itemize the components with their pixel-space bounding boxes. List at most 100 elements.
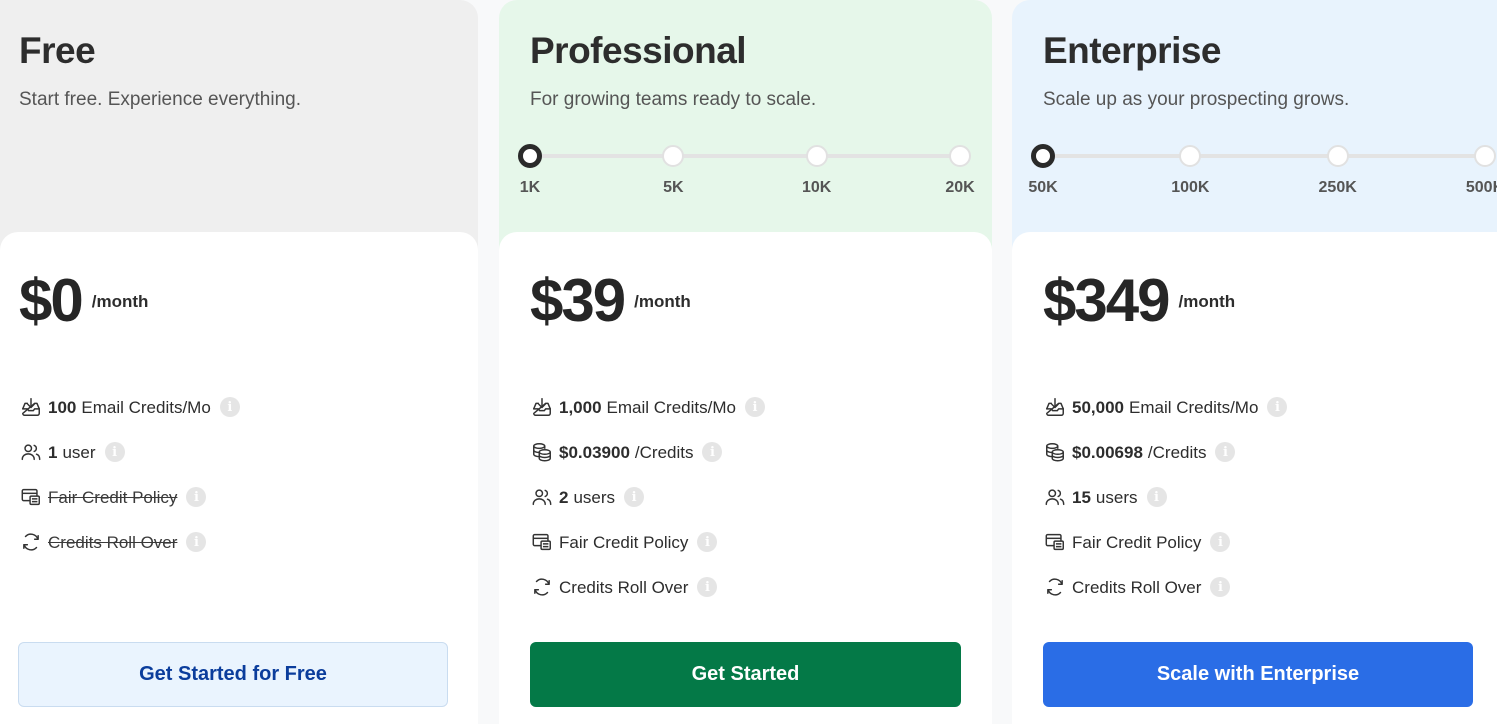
feature-item: Credits Roll Over i: [1043, 575, 1287, 623]
feature-label: Email Credits/Mo: [606, 398, 736, 417]
users-icon: [19, 440, 43, 464]
feature-text: 50,000 Email Credits/Mo: [1072, 398, 1258, 418]
feature-label: Email Credits/Mo: [81, 398, 211, 417]
inbox-download-icon: [1043, 395, 1067, 419]
price-amount: $0: [19, 267, 84, 334]
feature-text: $0.03900/Credits: [559, 443, 693, 463]
plan-card-enterprise: Enterprise Scale up as your prospecting …: [1012, 0, 1497, 724]
rollover-icon: [1043, 575, 1067, 599]
info-icon[interactable]: i: [697, 577, 718, 597]
info-icon[interactable]: i: [744, 397, 765, 417]
inbox-download-icon: [530, 395, 554, 419]
slider-stop[interactable]: [1326, 145, 1349, 167]
rollover-icon: [530, 575, 554, 599]
feature-list: 50,000 Email Credits/Mo i $0.00698/Credits i…: [1043, 395, 1288, 623]
info-icon[interactable]: i: [104, 442, 125, 462]
feature-text: Fair Credit Policy: [48, 488, 177, 508]
feature-list: 1,000 Email Credits/Mo i $0.03900/Credits i 2…: [530, 395, 765, 623]
feature-text: 1 user: [48, 443, 96, 463]
price: $0 /month: [19, 266, 148, 335]
feature-value: 15: [1072, 488, 1091, 507]
price: $349 /month: [1043, 266, 1235, 335]
slider-tick-label[interactable]: 250K: [1319, 179, 1357, 197]
credit-policy-icon: [1043, 530, 1067, 554]
slider-tick-label[interactable]: 100K: [1171, 179, 1209, 197]
feature-item: 1,000 Email Credits/Mo i: [530, 395, 765, 443]
feature-item: $0.00698/Credits i: [1043, 442, 1287, 488]
plan-subtitle: Start free. Experience everything.: [19, 89, 301, 110]
slider-stop[interactable]: [1474, 145, 1496, 167]
info-icon[interactable]: i: [702, 442, 723, 462]
info-icon[interactable]: i: [1210, 532, 1231, 552]
feature-value: 50,000: [1072, 398, 1124, 417]
plan-card-professional: Professional For growing teams ready to …: [499, 0, 992, 724]
price-period: /month: [1178, 292, 1236, 311]
slider-track[interactable]: [1043, 154, 1485, 158]
slider-tick-label[interactable]: 500K: [1466, 179, 1497, 197]
plan-name: Enterprise: [1043, 30, 1222, 71]
price-period: /month: [634, 292, 691, 311]
slider-stop[interactable]: [949, 145, 971, 167]
info-icon[interactable]: i: [219, 397, 240, 417]
plan-details-panel: $349 /month 50,000 Email Credits/Mo i $0.00…: [1012, 232, 1497, 724]
feature-label: users: [573, 488, 616, 507]
feature-text: 2 users: [559, 488, 615, 508]
plan-card-free: Free Start free. Experience everything. …: [0, 0, 478, 724]
info-icon[interactable]: i: [697, 532, 718, 552]
feature-item: $0.03900/Credits i: [530, 442, 765, 488]
feature-label: Credits Roll Over: [48, 533, 178, 552]
get-started-free-button[interactable]: Get Started for Free: [18, 642, 448, 707]
feature-text: 1,000 Email Credits/Mo: [559, 398, 736, 418]
feature-label: /Credits: [1147, 443, 1207, 462]
feature-text: 100 Email Credits/Mo: [48, 398, 211, 418]
slider-stop[interactable]: [1179, 145, 1202, 167]
slider-stop[interactable]: [662, 145, 685, 167]
users-icon: [530, 485, 554, 509]
slider-handle[interactable]: [518, 144, 542, 168]
feature-list: 100 Email Credits/Mo i 1 user i Fair Credit Po…: [19, 395, 240, 578]
price-amount: $349: [1043, 267, 1170, 334]
feature-item: Credits Roll Over i: [19, 530, 240, 578]
slider-tick-label[interactable]: 1K: [520, 179, 540, 197]
info-icon[interactable]: i: [1146, 487, 1167, 507]
price: $39 /month: [530, 266, 691, 335]
info-icon[interactable]: i: [186, 532, 207, 552]
slider-handle[interactable]: [1031, 144, 1055, 168]
credits-slider[interactable]: 50K 100K 250K 500K: [1028, 144, 1497, 205]
info-icon[interactable]: i: [186, 487, 207, 507]
credits-slider[interactable]: 1K 5K 10K 20K: [517, 144, 992, 205]
inbox-download-icon: [19, 395, 43, 419]
feature-value: $0.03900: [559, 443, 630, 462]
feature-label: Fair Credit Policy: [559, 533, 689, 552]
feature-label: Fair Credit Policy: [48, 488, 178, 507]
feature-value: 1: [48, 443, 58, 462]
feature-text: Credits Roll Over: [559, 578, 688, 598]
info-icon[interactable]: i: [1267, 397, 1288, 417]
slider-track[interactable]: [530, 154, 960, 158]
info-icon[interactable]: i: [1210, 577, 1231, 597]
slider-tick-label[interactable]: 10K: [802, 179, 831, 197]
slider-tick-label[interactable]: 50K: [1028, 179, 1057, 197]
slider-tick-label[interactable]: 20K: [945, 179, 974, 197]
feature-text: $0.00698/Credits: [1072, 443, 1206, 463]
info-icon[interactable]: i: [1215, 442, 1236, 462]
slider-stop[interactable]: [805, 145, 828, 167]
plan-details-panel: $39 /month 1,000 Email Credits/Mo i $0.0390…: [499, 232, 992, 724]
plan-name: Free: [19, 30, 96, 71]
users-icon: [1043, 485, 1067, 509]
feature-item: 2 users i: [530, 485, 765, 533]
price-amount: $39: [530, 267, 626, 334]
get-started-button[interactable]: Get Started: [530, 642, 961, 707]
feature-item: Credits Roll Over i: [530, 575, 765, 623]
feature-item: 100 Email Credits/Mo i: [19, 395, 240, 443]
scale-with-enterprise-button[interactable]: Scale with Enterprise: [1043, 642, 1473, 707]
feature-text: 15 users: [1072, 488, 1138, 508]
feature-text: Credits Roll Over: [48, 533, 177, 553]
feature-label: Credits Roll Over: [1072, 578, 1202, 597]
feature-label: Fair Credit Policy: [1072, 533, 1202, 552]
info-icon[interactable]: i: [624, 487, 645, 507]
feature-item: Fair Credit Policy i: [19, 487, 240, 533]
feature-item: Fair Credit Policy i: [1043, 530, 1287, 578]
slider-tick-label[interactable]: 5K: [663, 179, 683, 197]
rollover-icon: [19, 530, 43, 554]
